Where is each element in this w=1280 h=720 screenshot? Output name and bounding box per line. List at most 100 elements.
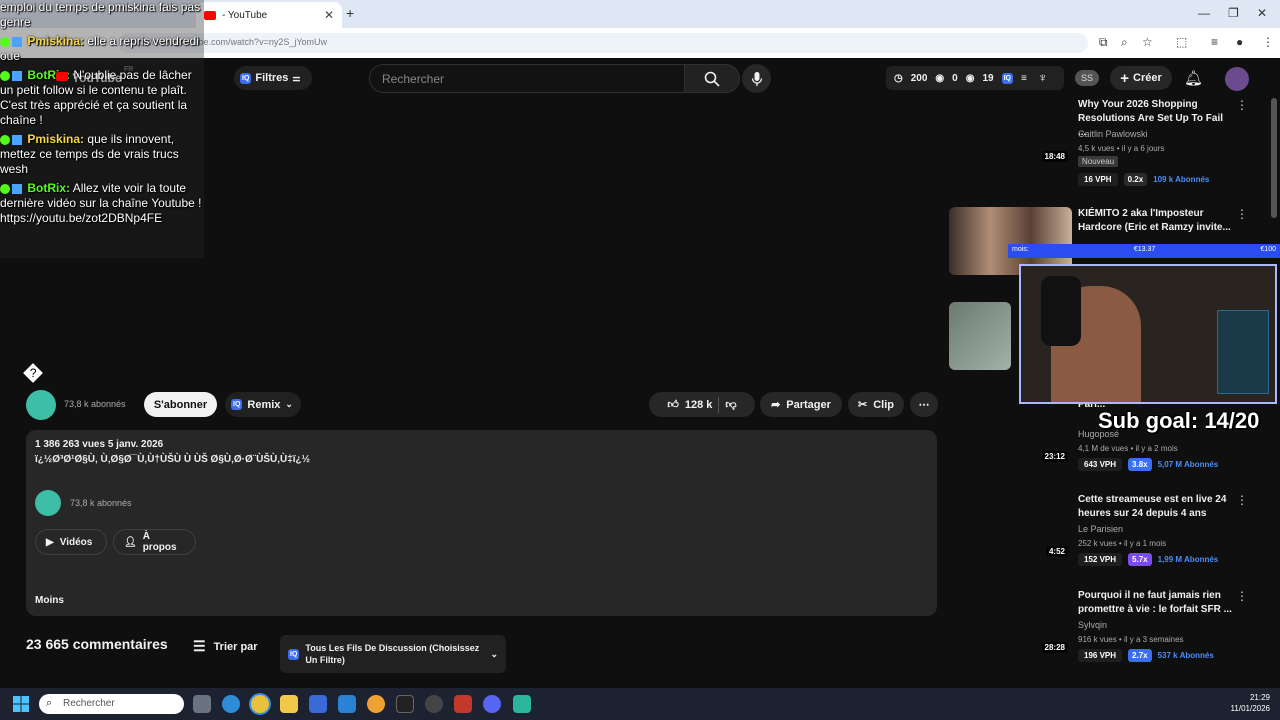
cast-icon[interactable]: ♆ — [1038, 70, 1048, 85]
views-icon: ◉ — [965, 72, 975, 84]
iq-icon: IQ — [240, 72, 252, 84]
extensions-icon[interactable]: ⬚ — [1176, 35, 1187, 49]
more-vertical-icon[interactable]: ⋮ — [1236, 493, 1248, 507]
video-channel[interactable]: Sylvqin — [1078, 620, 1107, 630]
filters-button[interactable]: IQ Filtres ⚌ — [234, 66, 312, 90]
video-meta: 4,5 k vues • il y a 6 jours — [1078, 144, 1165, 153]
reading-list-icon[interactable]: ≡ — [1211, 35, 1218, 49]
sort-by-button[interactable]: ☰ Trier par — [193, 638, 258, 655]
monitor — [1217, 310, 1269, 394]
notifications-bell-icon[interactable]: 🔔︎ — [1184, 69, 1203, 87]
multiplier-badge: 5.7x — [1128, 553, 1152, 566]
description-channel-avatar[interactable] — [35, 490, 61, 516]
sub-goal-text: Sub goal: 14/20 — [1098, 408, 1260, 433]
voice-search-button[interactable] — [742, 64, 771, 93]
chrome-icon[interactable] — [251, 695, 269, 713]
chat-message: Pmiskina: que ils innovent, mettez ce te… — [0, 132, 204, 177]
chat-message: emploi du temps de pmiskina fais pas gen… — [0, 0, 204, 30]
chrome-menu-icon[interactable]: ⋮ — [1262, 35, 1274, 49]
video-title[interactable]: KIÉMITO 2 aka l'Imposteur Hardcore (Eric… — [1078, 207, 1233, 235]
video-thumbnail[interactable]: 23:12 — [949, 398, 1072, 466]
video-thumbnail[interactable]: 4:52 — [949, 493, 1072, 561]
remix-button[interactable]: IQ Remix ⌄ — [225, 392, 301, 417]
subscribe-button[interactable]: S'abonner — [144, 392, 217, 417]
iq-badge-icon: IQ — [1001, 72, 1013, 84]
recommended-video[interactable]: 18:48 Why Your 2026 Shopping Resolutions… — [949, 98, 1249, 186]
search-button[interactable] — [684, 64, 740, 93]
task-view-icon[interactable] — [193, 695, 211, 713]
search-input[interactable]: Rechercher — [369, 64, 685, 93]
more-vertical-icon[interactable]: ⋮ — [1236, 207, 1248, 221]
eye-icon: ◉ — [935, 72, 945, 84]
record-icon[interactable] — [425, 695, 443, 713]
edge-icon[interactable] — [222, 695, 240, 713]
mail-icon[interactable] — [338, 695, 356, 713]
video-title[interactable]: Pourquoi il ne faut jamais rien promettr… — [1078, 589, 1233, 617]
thumbs-up-icon[interactable]: 👍︎ — [667, 398, 679, 411]
show-less-button[interactable]: Moins — [35, 595, 64, 606]
zoom-icon[interactable]: ⌕ — [1121, 35, 1128, 50]
filters-label: Filtres — [255, 72, 289, 84]
comments-count: 23 665 commentaires — [26, 636, 168, 652]
install-icon[interactable]: ⧉ — [1099, 35, 1108, 50]
video-thumbnail[interactable]: 18:48 — [949, 98, 1072, 166]
profile-icon[interactable]: ● — [1236, 35, 1243, 49]
voicemeeter-icon[interactable] — [454, 695, 472, 713]
taskbar-search-input[interactable]: Rechercher — [39, 694, 184, 714]
stat-b: 0 — [952, 72, 958, 84]
video-thumbnail[interactable]: 28:28 — [949, 589, 1072, 657]
sort-icon: ☰ — [193, 638, 206, 654]
recommended-video[interactable]: 28:28 Pourquoi il ne faut jamais rien pr… — [949, 589, 1249, 669]
search-icon — [704, 71, 720, 87]
system-clock[interactable]: 21:29 11/01/2026 — [1220, 692, 1270, 714]
store-icon[interactable] — [309, 695, 327, 713]
about-button[interactable]: 👤︎ À propos — [113, 529, 196, 555]
thread-filter-dropdown[interactable]: IQ Tous Les Fils De Discussion (Choisiss… — [280, 635, 506, 673]
create-button[interactable]: + Créer — [1110, 66, 1172, 90]
video-title[interactable]: Cette streameuse est en live 24 heures s… — [1078, 493, 1233, 521]
stat-a: 200 — [910, 72, 928, 84]
more-actions-button[interactable]: ⋯ — [910, 392, 938, 417]
video-thumbnail[interactable] — [949, 302, 1011, 370]
donation-label: mois: — [1012, 246, 1029, 253]
more-vertical-icon[interactable]: ⋮ — [1236, 98, 1248, 112]
recommended-video[interactable]: 4:52 Cette streameuse est en live 24 heu… — [949, 493, 1249, 573]
like-dislike-group[interactable]: 👍︎ 128 k 👎︎ — [649, 392, 755, 417]
channel-avatar[interactable] — [26, 390, 56, 420]
app2-icon[interactable] — [513, 695, 531, 713]
new-tab-button[interactable]: + — [346, 5, 354, 21]
discord-icon[interactable] — [483, 695, 501, 713]
video-channel[interactable]: Le Parisien — [1078, 524, 1123, 534]
youtube-logo-text[interactable]: YouTube — [72, 71, 122, 85]
ss-badge[interactable]: SS — [1075, 70, 1099, 86]
user-avatar[interactable] — [1225, 67, 1249, 91]
app-icon[interactable] — [367, 695, 385, 713]
chat-username: Pmiskina: — [27, 132, 85, 146]
tab-close-icon[interactable]: ✕ — [324, 8, 334, 22]
windows-start-icon[interactable] — [13, 696, 29, 712]
video-channel[interactable]: Caitlin Pawlowski — [1078, 129, 1148, 139]
clip-button[interactable]: ✂ Clip — [848, 392, 904, 417]
stream-chat-overlay: emploi du temps de pmiskina fais pas gen… — [0, 0, 204, 258]
subscriber-count: 109 k Abonnés — [1153, 175, 1210, 184]
restore-icon[interactable]: ❐ — [1228, 6, 1239, 20]
videos-button[interactable]: ▶ Vidéos — [35, 529, 107, 555]
minimize-icon[interactable]: — — [1198, 6, 1210, 20]
file-explorer-icon[interactable] — [280, 695, 298, 713]
views-and-date: 1 386 263 vues 5 janv. 2026 — [35, 439, 164, 450]
share-button[interactable]: ➦ Partager — [760, 392, 842, 417]
iq-icon: IQ — [231, 399, 243, 410]
remix-label: Remix — [247, 398, 281, 411]
obs-icon[interactable] — [396, 695, 414, 713]
taskbar-search-icon: ⌕ — [46, 697, 53, 709]
bookmark-star-icon[interactable]: ☆ — [1142, 35, 1153, 49]
iq-icon: IQ — [288, 648, 300, 660]
url-field[interactable]: https://www.youtube.com/watch?v=ny2S_jYo… — [118, 33, 1088, 53]
sidebar-scrollbar[interactable] — [1271, 98, 1277, 218]
thumbs-down-icon[interactable]: 👎︎ — [725, 398, 736, 411]
browser-tab-youtube[interactable]: - YouTube ✕ — [196, 2, 342, 28]
video-stats: 152 VPH 5.7x 1,99 M Abonnés — [1078, 553, 1218, 566]
more-vertical-icon[interactable]: ⋮ — [1236, 589, 1248, 603]
window-close-icon[interactable]: ✕ — [1257, 6, 1267, 20]
youtube-favicon-icon — [204, 10, 216, 20]
